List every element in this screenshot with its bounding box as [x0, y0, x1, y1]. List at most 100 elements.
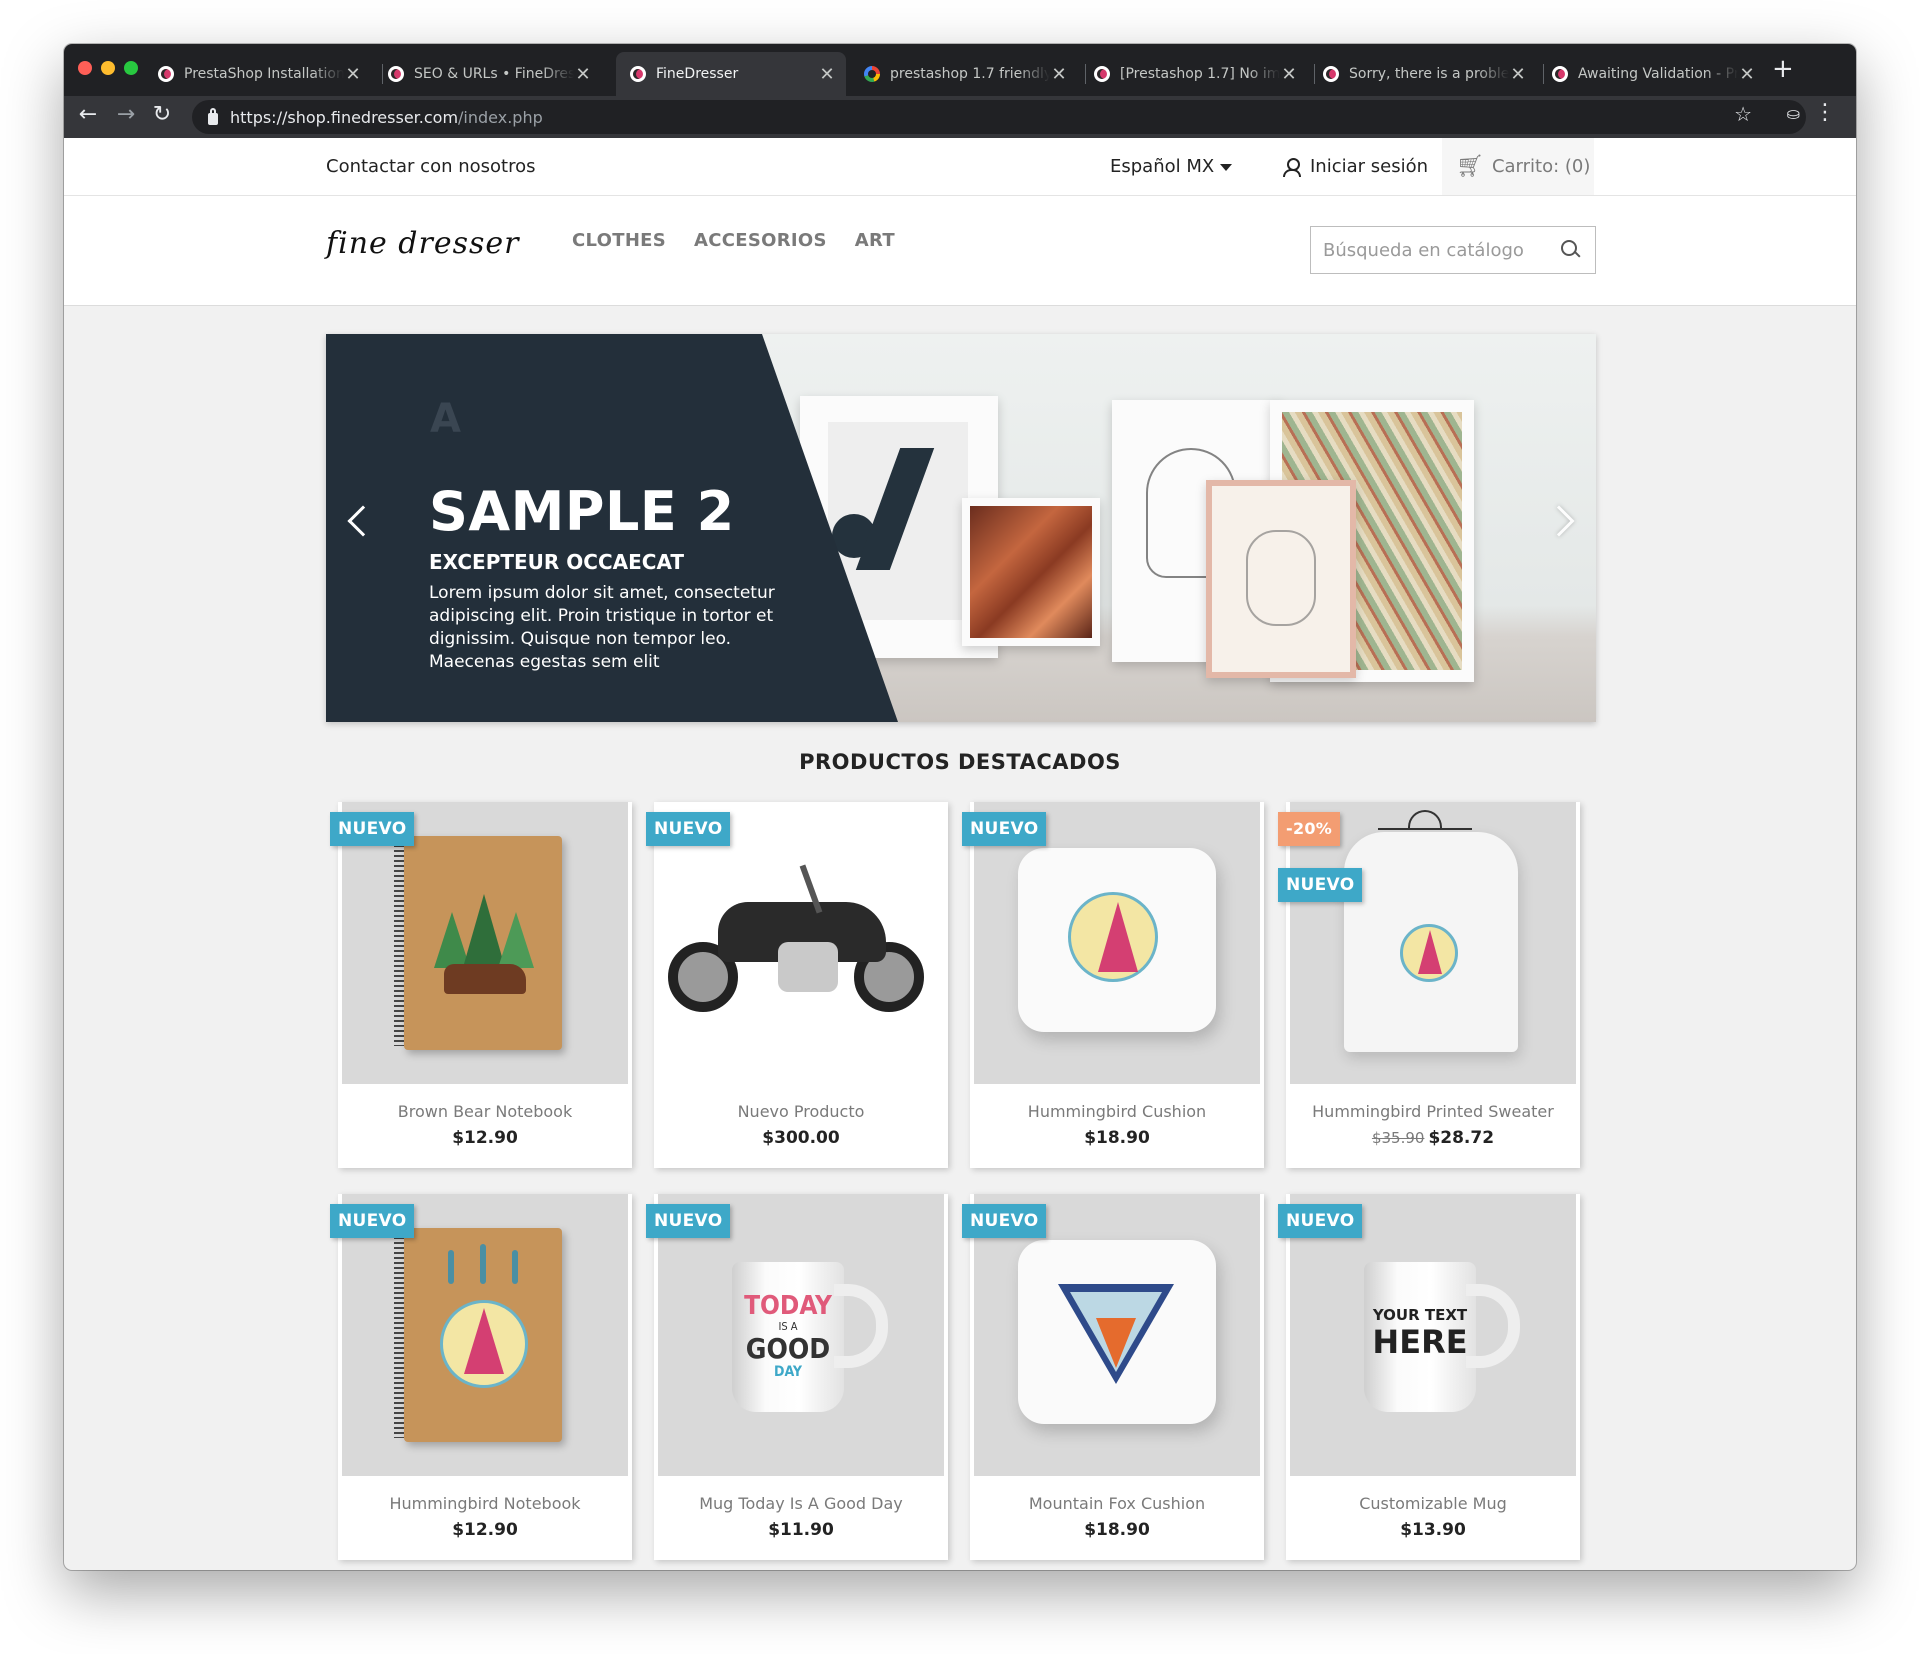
back-arrow-icon[interactable]: ←	[74, 102, 102, 127]
product-name[interactable]: Mountain Fox Cushion	[970, 1494, 1264, 1513]
hero-logo-mark: A	[430, 396, 461, 442]
maximize-window-button[interactable]	[124, 61, 138, 75]
close-window-button[interactable]	[78, 61, 92, 75]
featured-title: PRODUCTOS DESTACADOS	[799, 750, 1121, 774]
caret-down-icon	[1220, 163, 1233, 171]
mug-text-today: TODAY	[744, 1291, 832, 1321]
close-tab-icon[interactable]: ✕	[1050, 64, 1068, 85]
product-price: $300.00	[654, 1128, 948, 1148]
google-favicon-icon	[864, 66, 880, 82]
frame-canyon	[962, 498, 1100, 646]
badge-discount: -20%	[1278, 812, 1341, 846]
minimize-window-button[interactable]	[101, 61, 115, 75]
mug-text-good: GOOD	[745, 1332, 831, 1365]
browser-menu-icon[interactable]: ⋮	[1814, 100, 1836, 125]
notebook-art	[394, 1228, 562, 1442]
old-price: $35.90	[1371, 1129, 1425, 1147]
tab-awaiting-validation[interactable]: Awaiting Validation - PrestaShop ✕	[1538, 52, 1766, 96]
product-name[interactable]: Mug Today Is A Good Day	[654, 1494, 948, 1513]
price: $12.90	[452, 1520, 518, 1540]
price: $300.00	[762, 1128, 840, 1148]
signin-label: Iniciar sesión	[1310, 156, 1429, 177]
price: $18.90	[1084, 1520, 1150, 1540]
url-path: /index.php	[458, 107, 543, 127]
price: $13.90	[1400, 1520, 1466, 1540]
product-price: $35.90 $28.72	[1286, 1128, 1580, 1148]
badge-new: NUEVO	[646, 812, 731, 846]
close-tab-icon[interactable]: ✕	[818, 64, 836, 85]
close-tab-icon[interactable]: ✕	[344, 64, 362, 85]
badge-new: NUEVO	[330, 1204, 415, 1238]
product-card[interactable]: TODAY IS A GOOD DAY NUEVO Mug Today Is A…	[646, 1194, 948, 1560]
shopping-cart-icon: 🛒︎	[1456, 154, 1484, 179]
product-name[interactable]: Brown Bear Notebook	[338, 1102, 632, 1121]
product-card[interactable]: NUEVO Hummingbird Notebook $12.90	[330, 1194, 632, 1560]
product-price: $12.90	[338, 1520, 632, 1540]
tab-seo-urls[interactable]: SEO & URLs • FineDresser ✕	[374, 52, 602, 96]
product-card[interactable]: NUEVO Brown Bear Notebook $12.90	[330, 802, 632, 1168]
hero-title: SAMPLE 2	[429, 480, 735, 543]
tab-prestashop-no-images[interactable]: [Prestashop 1.7] No images ✕	[1080, 52, 1308, 96]
browser-toolbar: ← → ↻ https://shop.finedresser.com/index…	[64, 96, 1856, 138]
hero-description: Lorem ipsum dolor sit amet, consectetur …	[429, 583, 775, 672]
close-tab-icon[interactable]: ✕	[1738, 64, 1756, 85]
product-name[interactable]: Nuevo Producto	[654, 1102, 948, 1121]
tab-title: [Prestashop 1.7] No images	[1120, 66, 1280, 82]
address-bar[interactable]: https://shop.finedresser.com/index.php	[192, 100, 1806, 134]
reload-icon[interactable]: ↻	[148, 102, 176, 127]
nav-accesorios[interactable]: ACCESORIOS	[694, 230, 827, 251]
nav-art[interactable]: ART	[855, 230, 895, 251]
product-card[interactable]: NUEVO Nuevo Producto $300.00	[646, 802, 948, 1168]
language-selector[interactable]: Español MX	[1110, 156, 1233, 177]
catalog-search	[1310, 226, 1596, 274]
search-input[interactable]	[1311, 227, 1561, 273]
bookmark-star-icon[interactable]: ☆	[1734, 102, 1752, 126]
frame-face	[1206, 480, 1356, 678]
badge-new: NUEVO	[1278, 1204, 1363, 1238]
tab-finedresser[interactable]: FineDresser ✕	[616, 52, 846, 96]
close-tab-icon[interactable]: ✕	[1509, 64, 1527, 85]
tab-sorry-problem[interactable]: Sorry, there is a problem ✕	[1309, 52, 1537, 96]
product-name[interactable]: Hummingbird Notebook	[338, 1494, 632, 1513]
lock-icon	[208, 108, 218, 125]
tab-title: SEO & URLs • FineDresser	[414, 66, 574, 82]
badge-new: NUEVO	[1278, 868, 1363, 902]
search-icon[interactable]	[1561, 240, 1581, 260]
tab-bar: PrestaShop Installation Assistant ✕ SEO …	[64, 44, 1856, 96]
contact-link[interactable]: Contactar con nosotros	[326, 156, 536, 177]
cushion-art	[1018, 1240, 1216, 1424]
cart-button[interactable]: 🛒︎ Carrito: (0)	[1442, 138, 1594, 195]
close-tab-icon[interactable]: ✕	[574, 64, 592, 85]
close-tab-icon[interactable]: ✕	[1280, 64, 1298, 85]
tab-title: Awaiting Validation - PrestaShop	[1578, 66, 1738, 82]
new-tab-button[interactable]: +	[1772, 54, 1794, 84]
mug-text-here: HERE	[1372, 1323, 1468, 1361]
cushion-art	[1018, 848, 1216, 1032]
product-card[interactable]: YOUR TEXT HERE NUEVO Customizable Mug $1…	[1278, 1194, 1580, 1560]
product-card[interactable]: -20% NUEVO Hummingbird Printed Sweater $…	[1278, 802, 1580, 1168]
prestashop-favicon-icon	[158, 66, 174, 82]
mug-handle	[1466, 1284, 1520, 1368]
product-name[interactable]: Hummingbird Printed Sweater	[1286, 1102, 1580, 1121]
mug-text-day: DAY	[774, 1364, 802, 1380]
price: $28.72	[1428, 1128, 1495, 1148]
price: $12.90	[452, 1128, 518, 1148]
tab-title: Sorry, there is a problem	[1349, 66, 1509, 82]
product-card[interactable]: NUEVO Mountain Fox Cushion $18.90	[962, 1194, 1264, 1560]
product-name[interactable]: Hummingbird Cushion	[970, 1102, 1264, 1121]
tab-prestashop-installation[interactable]: PrestaShop Installation Assistant ✕	[144, 52, 372, 96]
product-card[interactable]: NUEVO Hummingbird Cushion $18.90	[962, 802, 1264, 1168]
site-header: fine dresser CLOTHES ACCESORIOS ART	[64, 196, 1856, 306]
badge-new: NUEVO	[646, 1204, 731, 1238]
tab-google-search[interactable]: prestashop 1.7 friendly url ✕	[850, 52, 1078, 96]
product-price: $11.90	[654, 1520, 948, 1540]
site-logo[interactable]: fine dresser	[326, 226, 520, 261]
incognito-icon[interactable]: ⛀	[1787, 104, 1800, 123]
forward-arrow-icon[interactable]: →	[112, 102, 140, 127]
signin-link[interactable]: Iniciar sesión	[1282, 156, 1428, 177]
nav-clothes[interactable]: CLOTHES	[572, 230, 666, 251]
prestashop-favicon-icon	[1323, 66, 1339, 82]
product-name[interactable]: Customizable Mug	[1286, 1494, 1580, 1513]
tab-title: FineDresser	[656, 66, 739, 82]
product-price: $12.90	[338, 1128, 632, 1148]
